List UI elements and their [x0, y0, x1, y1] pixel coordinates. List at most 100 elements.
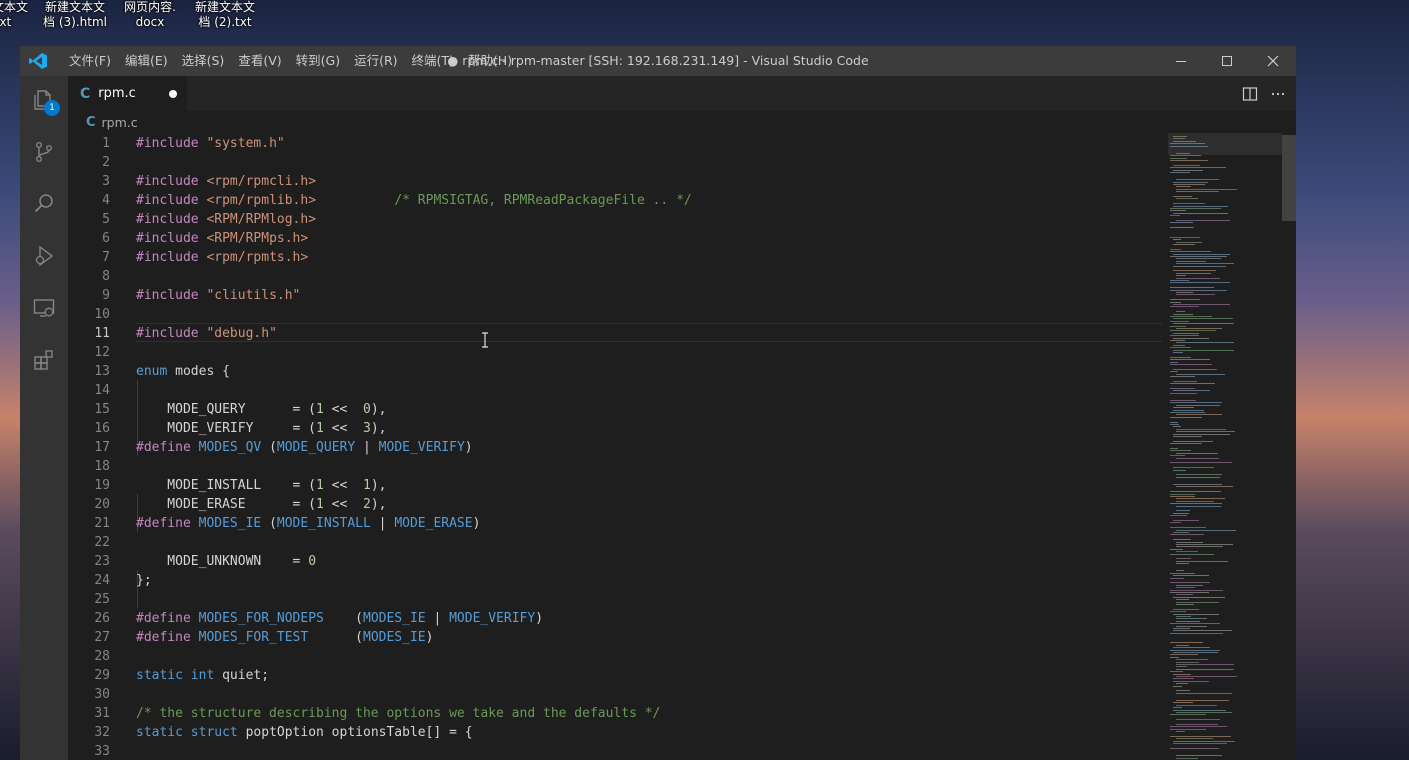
minimap-line: [1170, 215, 1180, 217]
code-line[interactable]: 1 #include "system.h": [68, 134, 1164, 153]
code-line[interactable]: 14: [68, 381, 1164, 400]
code-line[interactable]: 8: [68, 267, 1164, 286]
minimap-line: [1173, 164, 1200, 166]
tab-rpm-c[interactable]: C rpm.c: [68, 76, 187, 111]
minimap-line: [1170, 361, 1178, 363]
minimap-line: [1176, 546, 1223, 548]
menu-go[interactable]: 转到(G): [289, 46, 347, 76]
minimap-line: [1176, 551, 1198, 553]
minimap-line: [1176, 258, 1221, 260]
code-line[interactable]: 26 #define MODES_FOR_NODEPS (MODES_IE | M…: [68, 609, 1164, 628]
menu-terminal[interactable]: 终端(T): [405, 46, 461, 76]
code-line[interactable]: 11 #include "debug.h": [68, 324, 1164, 343]
desktop-file-icon-2[interactable]: 新建文本文 档 (3).html: [35, 0, 115, 30]
menu-selection[interactable]: 选择(S): [175, 46, 232, 76]
split-editor-icon[interactable]: [1242, 86, 1258, 102]
minimap-line: [1170, 388, 1195, 389]
code-line[interactable]: 20 MODE_ERASE = (1 << 2),: [68, 495, 1164, 514]
menu-run[interactable]: 运行(R): [347, 46, 404, 76]
desktop-file-icon-3[interactable]: 网页内容. docx: [110, 0, 190, 30]
minimap-line: [1170, 208, 1221, 209]
minimap-line: [1176, 618, 1207, 620]
code-line[interactable]: 3 #include <rpm/rpmcli.h>: [68, 172, 1164, 191]
code-line[interactable]: 33: [68, 742, 1164, 760]
minimap-line: [1176, 620, 1200, 622]
minimap-line: [1170, 256, 1227, 257]
code-line[interactable]: 9 #include "cliutils.h": [68, 286, 1164, 305]
minimap-line: [1170, 632, 1223, 634]
minimap-line: [1176, 664, 1234, 665]
line-number: 21: [94, 516, 110, 531]
menu-view[interactable]: 查看(V): [231, 46, 288, 76]
code-line[interactable]: 7 #include <rpm/rpmts.h>: [68, 248, 1164, 267]
activity-remote-explorer[interactable]: [20, 284, 68, 332]
minimap-line: [1170, 157, 1187, 159]
maximize-button[interactable]: [1204, 46, 1250, 76]
minimap[interactable]: [1168, 133, 1248, 760]
minimap-line: [1170, 155, 1201, 157]
more-actions-icon[interactable]: [1270, 86, 1286, 102]
activity-extensions[interactable]: [20, 336, 68, 384]
minimap-line: [1173, 203, 1205, 205]
minimap-line: [1170, 671, 1183, 673]
desktop-file-icon-4[interactable]: 新建文本文 档 (2).txt: [185, 0, 265, 30]
code-line[interactable]: 27 #define MODES_FOR_TEST (MODES_IE): [68, 628, 1164, 647]
code-editor[interactable]: 1 #include "system.h" 2 3 #include <rpm/rpmc…: [68, 133, 1296, 760]
activity-run-debug[interactable]: [20, 232, 68, 280]
code-line[interactable]: 10: [68, 305, 1164, 324]
code-line[interactable]: 25: [68, 590, 1164, 609]
line-number: 7: [102, 250, 110, 265]
minimap-line: [1170, 172, 1190, 173]
c-file-icon: C: [86, 114, 96, 130]
minimap-line: [1176, 731, 1185, 733]
scrollbar-thumb[interactable]: [1282, 135, 1296, 221]
menu-bar: 文件(F) 编辑(E) 选择(S) 查看(V) 转到(G) 运行(R) 终端(T…: [62, 46, 519, 76]
breadcrumb-file[interactable]: rpm.c: [102, 115, 138, 130]
source-control-icon: [35, 142, 52, 163]
minimap-line: [1170, 726, 1227, 728]
minimap-line: [1176, 272, 1211, 274]
code-line[interactable]: 28: [68, 647, 1164, 666]
minimap-line: [1170, 611, 1186, 613]
code-line[interactable]: 4 #include <rpm/rpmlib.h> /* RPMSIGTAG, R…: [68, 191, 1164, 210]
menu-file[interactable]: 文件(F): [62, 46, 118, 76]
minimap-line: [1173, 212, 1228, 214]
minimize-button[interactable]: [1158, 46, 1204, 76]
close-button[interactable]: [1250, 46, 1296, 76]
code-line[interactable]: 21 #define MODES_IE (MODE_INSTALL | MODE_…: [68, 514, 1164, 533]
code-line[interactable]: 17 #define MODES_QV (MODE_QUERY | MODE_VE…: [68, 438, 1164, 457]
minimap-line: [1170, 383, 1215, 385]
vertical-scrollbar[interactable]: [1282, 133, 1296, 760]
desktop-file-ext: 档 (2).txt: [198, 15, 252, 29]
menu-help[interactable]: 帮助(H): [461, 46, 519, 76]
menu-edit[interactable]: 编辑(E): [118, 46, 175, 76]
minimap-line: [1176, 220, 1230, 221]
minimap-line: [1173, 332, 1199, 334]
code-line[interactable]: 13 enum modes {: [68, 362, 1164, 381]
code-text: };: [136, 573, 152, 588]
code-line[interactable]: 24};: [68, 571, 1164, 590]
code-line[interactable]: 15 MODE_QUERY = (1 << 0),: [68, 400, 1164, 419]
minimap-line: [1170, 251, 1211, 253]
minimap-line: [1173, 469, 1186, 471]
minimap-line: [1170, 359, 1210, 361]
code-text: /* the structure describing the options …: [136, 706, 661, 721]
code-line[interactable]: 6 #include <RPM/RPMps.h>: [68, 229, 1164, 248]
code-line[interactable]: 22: [68, 533, 1164, 552]
activity-search[interactable]: [20, 180, 68, 228]
minimap-line: [1170, 364, 1212, 365]
code-line[interactable]: 29 static int quiet;: [68, 666, 1164, 685]
code-line[interactable]: 30: [68, 685, 1164, 704]
code-line[interactable]: 19 MODE_INSTALL = (1 << 1),: [68, 476, 1164, 495]
code-line[interactable]: 18: [68, 457, 1164, 476]
code-line[interactable]: 23 MODE_UNKNOWN = 0: [68, 552, 1164, 571]
activity-source-control[interactable]: [20, 128, 68, 176]
code-line[interactable]: 32 static struct poptOption optionsTable[…: [68, 723, 1164, 742]
code-line[interactable]: 31 /* the structure describing the option…: [68, 704, 1164, 723]
code-line[interactable]: 16 MODE_VERIFY = (1 << 3),: [68, 419, 1164, 438]
code-line[interactable]: 2: [68, 153, 1164, 172]
unsaved-dot-icon[interactable]: [169, 90, 177, 98]
activity-explorer[interactable]: 1: [20, 76, 68, 124]
code-line[interactable]: 5 #include <RPM/RPMlog.h>: [68, 210, 1164, 229]
code-line[interactable]: 12: [68, 343, 1164, 362]
